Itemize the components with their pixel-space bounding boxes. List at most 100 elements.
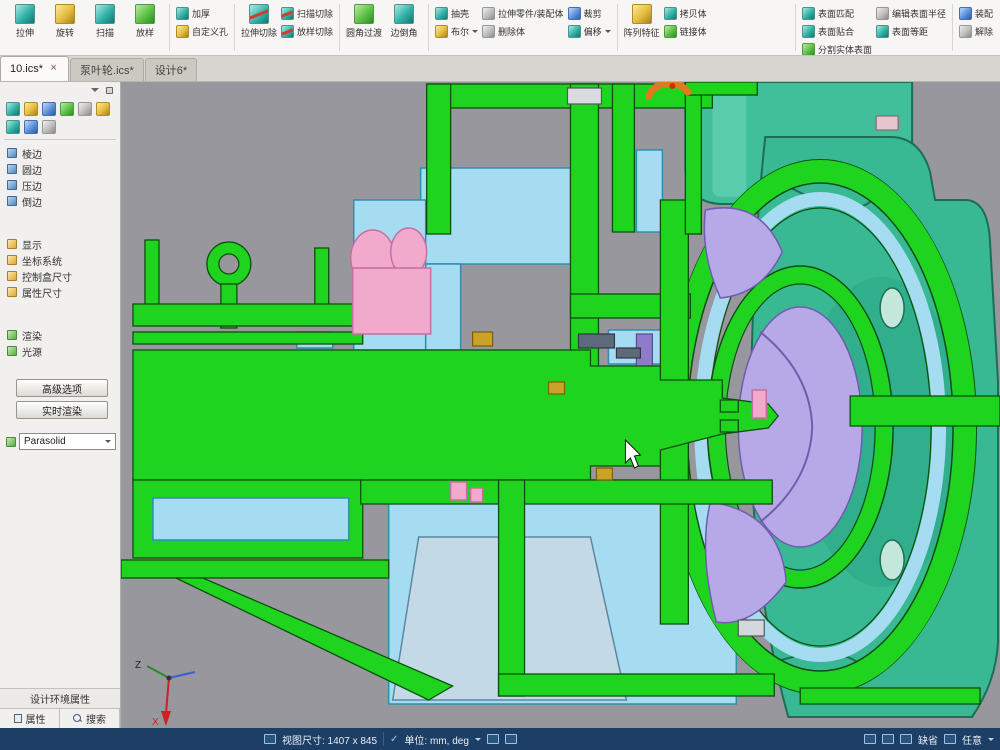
sidebar-tool-icon[interactable]	[42, 120, 56, 134]
stud-bolt	[145, 240, 159, 306]
tab-search[interactable]: 搜索	[60, 709, 120, 728]
sidebar-tool-icon[interactable]	[60, 102, 74, 116]
flange-bolt-hole	[880, 288, 904, 328]
design-environment-button[interactable]: 设计环境属性	[0, 688, 120, 708]
release-icon	[959, 25, 972, 38]
sweep-cut-icon	[281, 7, 294, 20]
loft-cut-button[interactable]: 放样切除	[279, 24, 335, 39]
sidebar-tool-icon[interactable]	[42, 102, 56, 116]
tree-item-edge[interactable]: 棱边	[7, 145, 120, 161]
delete-body-label: 删除体	[498, 25, 525, 38]
surface-fit-button[interactable]: 表面贴合	[800, 24, 874, 39]
kernel-icon	[6, 437, 16, 447]
edit-surface-radius-label: 编辑表面半径	[892, 7, 946, 20]
axis-z-label: Z	[135, 660, 141, 671]
advanced-options-button[interactable]: 高级选项	[16, 379, 108, 397]
tab-properties[interactable]: 属性	[0, 709, 60, 728]
close-tab-icon[interactable]	[48, 64, 59, 75]
surface-offset-button[interactable]: 表面等距	[874, 24, 948, 39]
tab-document-2[interactable]: 泵叶轮.ics*	[70, 58, 144, 81]
extrude-icon	[15, 4, 35, 24]
flange-bolt-hole	[880, 540, 904, 580]
tree-item-edge[interactable]: 圆边	[7, 161, 120, 177]
extrude-part-button[interactable]: 拉伸零件/装配体	[480, 6, 566, 21]
thicken-button[interactable]: 加厚	[174, 6, 230, 21]
tree-item-display[interactable]: 坐标系统	[7, 252, 120, 268]
cad-application-window: 拉伸 旋转 扫描 放样 加厚	[0, 0, 1000, 750]
sidebar-tool-icon[interactable]	[24, 102, 38, 116]
tree-item-edge[interactable]: 压边	[7, 177, 120, 193]
chamfer-label: 边倒角	[391, 26, 418, 39]
custom-hole-icon	[176, 25, 189, 38]
boolean-button[interactable]: 布尔	[433, 24, 480, 39]
filter-icon[interactable]	[900, 734, 912, 744]
sidebar-tool-icon[interactable]	[6, 120, 20, 134]
tab-document-1[interactable]: 10.ics*	[0, 56, 69, 81]
assembly-button[interactable]: 装配	[957, 6, 995, 21]
dropdown-caret-icon	[105, 440, 111, 446]
tree-item-edge[interactable]: 倒边	[7, 193, 120, 209]
viewport-3d[interactable]: Z X	[121, 82, 1000, 728]
revolve-button[interactable]: 旋转	[45, 1, 85, 39]
sweep-cut-button[interactable]: 扫描切除	[279, 6, 335, 21]
statusbar-right: 缺省 任意	[864, 732, 994, 747]
copy-body-button[interactable]: 拷贝体	[662, 6, 709, 21]
pin-icon[interactable]	[106, 87, 113, 94]
realtime-render-button[interactable]: 实时渲染	[16, 401, 108, 419]
split-solid-face-label: 分割实体表面	[818, 43, 872, 56]
tree-item-render[interactable]: 光源	[7, 343, 120, 359]
offset-icon	[568, 25, 581, 38]
kernel-select[interactable]: Parasolid	[19, 433, 116, 450]
tree-item-label: 压边	[22, 178, 42, 193]
pattern-feature-button[interactable]: 阵列特征	[622, 1, 662, 39]
dimension-icon	[7, 287, 17, 297]
loft-button[interactable]: 放样	[125, 1, 165, 39]
units-label[interactable]: 单位: mm, deg	[404, 732, 468, 747]
tab-label: 10.ics*	[10, 63, 43, 75]
dropdown-caret-icon[interactable]	[988, 738, 994, 744]
tree-item-render[interactable]: 渲染	[7, 327, 120, 343]
render-mode-icon[interactable]	[864, 734, 876, 744]
shell-button[interactable]: 抽壳	[433, 6, 480, 21]
extrude-button[interactable]: 拉伸	[5, 1, 45, 39]
tree-item-display[interactable]: 显示	[7, 236, 120, 252]
sidebar-tool-icon[interactable]	[96, 102, 110, 116]
link-body-button[interactable]: 链接体	[662, 24, 709, 39]
grid-toggle-icon[interactable]	[487, 734, 499, 744]
trim-button[interactable]: 裁剪	[566, 6, 613, 21]
delete-body-button[interactable]: 删除体	[480, 24, 566, 39]
dropdown-caret-icon[interactable]	[475, 738, 481, 744]
tab-document-3[interactable]: 设计6*	[145, 58, 197, 81]
any-filter-label[interactable]: 任意	[962, 732, 982, 747]
tree-item-display[interactable]: 控制盒尺寸	[7, 268, 120, 284]
pattern-feature-icon	[632, 4, 652, 24]
display-icon	[7, 239, 17, 249]
split-solid-face-button[interactable]: 分割实体表面	[800, 42, 874, 56]
extrude-cut-button[interactable]: 拉伸切除	[239, 1, 279, 39]
release-button[interactable]: 解除	[957, 24, 995, 39]
sidebar-tool-icon[interactable]	[6, 102, 20, 116]
snap-toggle-icon[interactable]	[505, 734, 517, 744]
selection-mode-icon[interactable]	[944, 734, 956, 744]
sidebar-tool-icon[interactable]	[24, 120, 38, 134]
custom-hole-button[interactable]: 自定义孔	[174, 24, 230, 39]
link-body-label: 链接体	[680, 25, 707, 38]
chevron-down-icon[interactable]	[91, 88, 99, 96]
camera-icon[interactable]	[882, 734, 894, 744]
offset-label: 偏移	[584, 25, 602, 38]
default-config-label[interactable]: 缺省	[918, 732, 938, 747]
tree-item-label: 光源	[22, 344, 42, 359]
shell-icon	[435, 7, 448, 20]
revolve-icon	[55, 4, 75, 24]
main-area: 棱边 圆边 压边 倒边 显示	[0, 82, 1000, 728]
sweep-button[interactable]: 扫描	[85, 1, 125, 39]
pattern-feature-label: 阵列特征	[624, 26, 660, 39]
offset-button[interactable]: 偏移	[566, 24, 613, 39]
sidebar-tool-icon[interactable]	[78, 102, 92, 116]
tree-item-display[interactable]: 属性尺寸	[7, 284, 120, 300]
edit-surface-radius-button[interactable]: 编辑表面半径	[874, 6, 948, 21]
chamfer-button[interactable]: 边倒角	[384, 1, 424, 39]
surface-match-button[interactable]: 表面匹配	[800, 6, 874, 21]
fillet-button[interactable]: 圆角过渡	[344, 1, 384, 39]
tree-item-label: 属性尺寸	[22, 285, 62, 300]
